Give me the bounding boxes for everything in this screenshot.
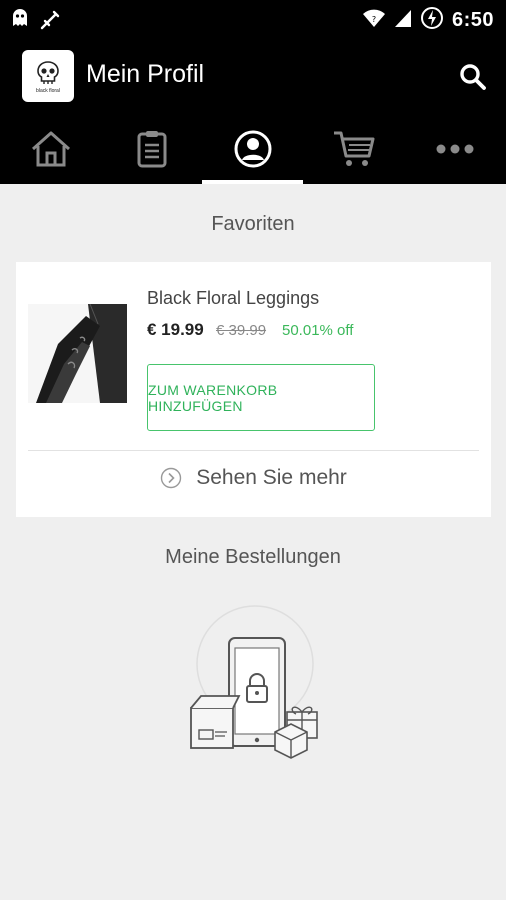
divider: [28, 450, 479, 451]
sword-icon: [40, 8, 62, 35]
tab-cart[interactable]: [303, 114, 404, 184]
chevron-right-circle-icon: [161, 467, 182, 489]
profile-icon: [234, 130, 271, 168]
app-bar: black floral Mein Profil: [0, 38, 506, 114]
product-old-price: € 39.99: [216, 322, 267, 339]
svg-text:?: ?: [372, 15, 376, 24]
product-price: € 19.99: [147, 320, 204, 339]
orders-heading: Meine Bestellungen: [165, 546, 341, 568]
app-logo[interactable]: black floral: [22, 50, 74, 102]
battery-charging-icon: [420, 6, 444, 35]
cart-icon: [333, 131, 374, 166]
more-icon: [436, 144, 473, 154]
locked-phone-packages-icon: [190, 605, 318, 759]
signal-icon: [394, 8, 412, 33]
favorites-heading: Favoriten: [211, 213, 295, 235]
favorites-card: Black Floral Leggings € 19.99 € 39.99 50…: [16, 262, 491, 517]
see-more-button[interactable]: Sehen Sie mehr: [16, 466, 491, 490]
tab-profile[interactable]: [202, 114, 303, 184]
page-title: Mein Profil: [86, 60, 205, 88]
product-name[interactable]: Black Floral Leggings: [147, 288, 319, 309]
logo-caption: black floral: [36, 87, 60, 94]
product-image[interactable]: [28, 304, 127, 403]
skull-icon: [37, 60, 59, 84]
status-time: 6:50: [451, 9, 494, 31]
leggings-image: [28, 304, 127, 403]
status-bar: ? 6:50: [0, 0, 506, 38]
search-button[interactable]: [458, 62, 488, 92]
tab-bar: [0, 114, 506, 184]
search-icon: [460, 64, 486, 90]
see-more-label: Sehen Sie mehr: [196, 466, 347, 489]
wifi-icon: ?: [362, 8, 386, 33]
add-to-cart-button[interactable]: ZUM WARENKORB HINZUFÜGEN: [147, 364, 375, 431]
ghost-icon: [10, 8, 30, 35]
tab-orders[interactable]: [101, 114, 202, 184]
clipboard-icon: [137, 131, 166, 168]
tab-home[interactable]: [0, 114, 101, 184]
home-icon: [31, 131, 70, 167]
tab-more[interactable]: [404, 114, 505, 184]
product-discount: 50.01% off: [282, 322, 354, 339]
